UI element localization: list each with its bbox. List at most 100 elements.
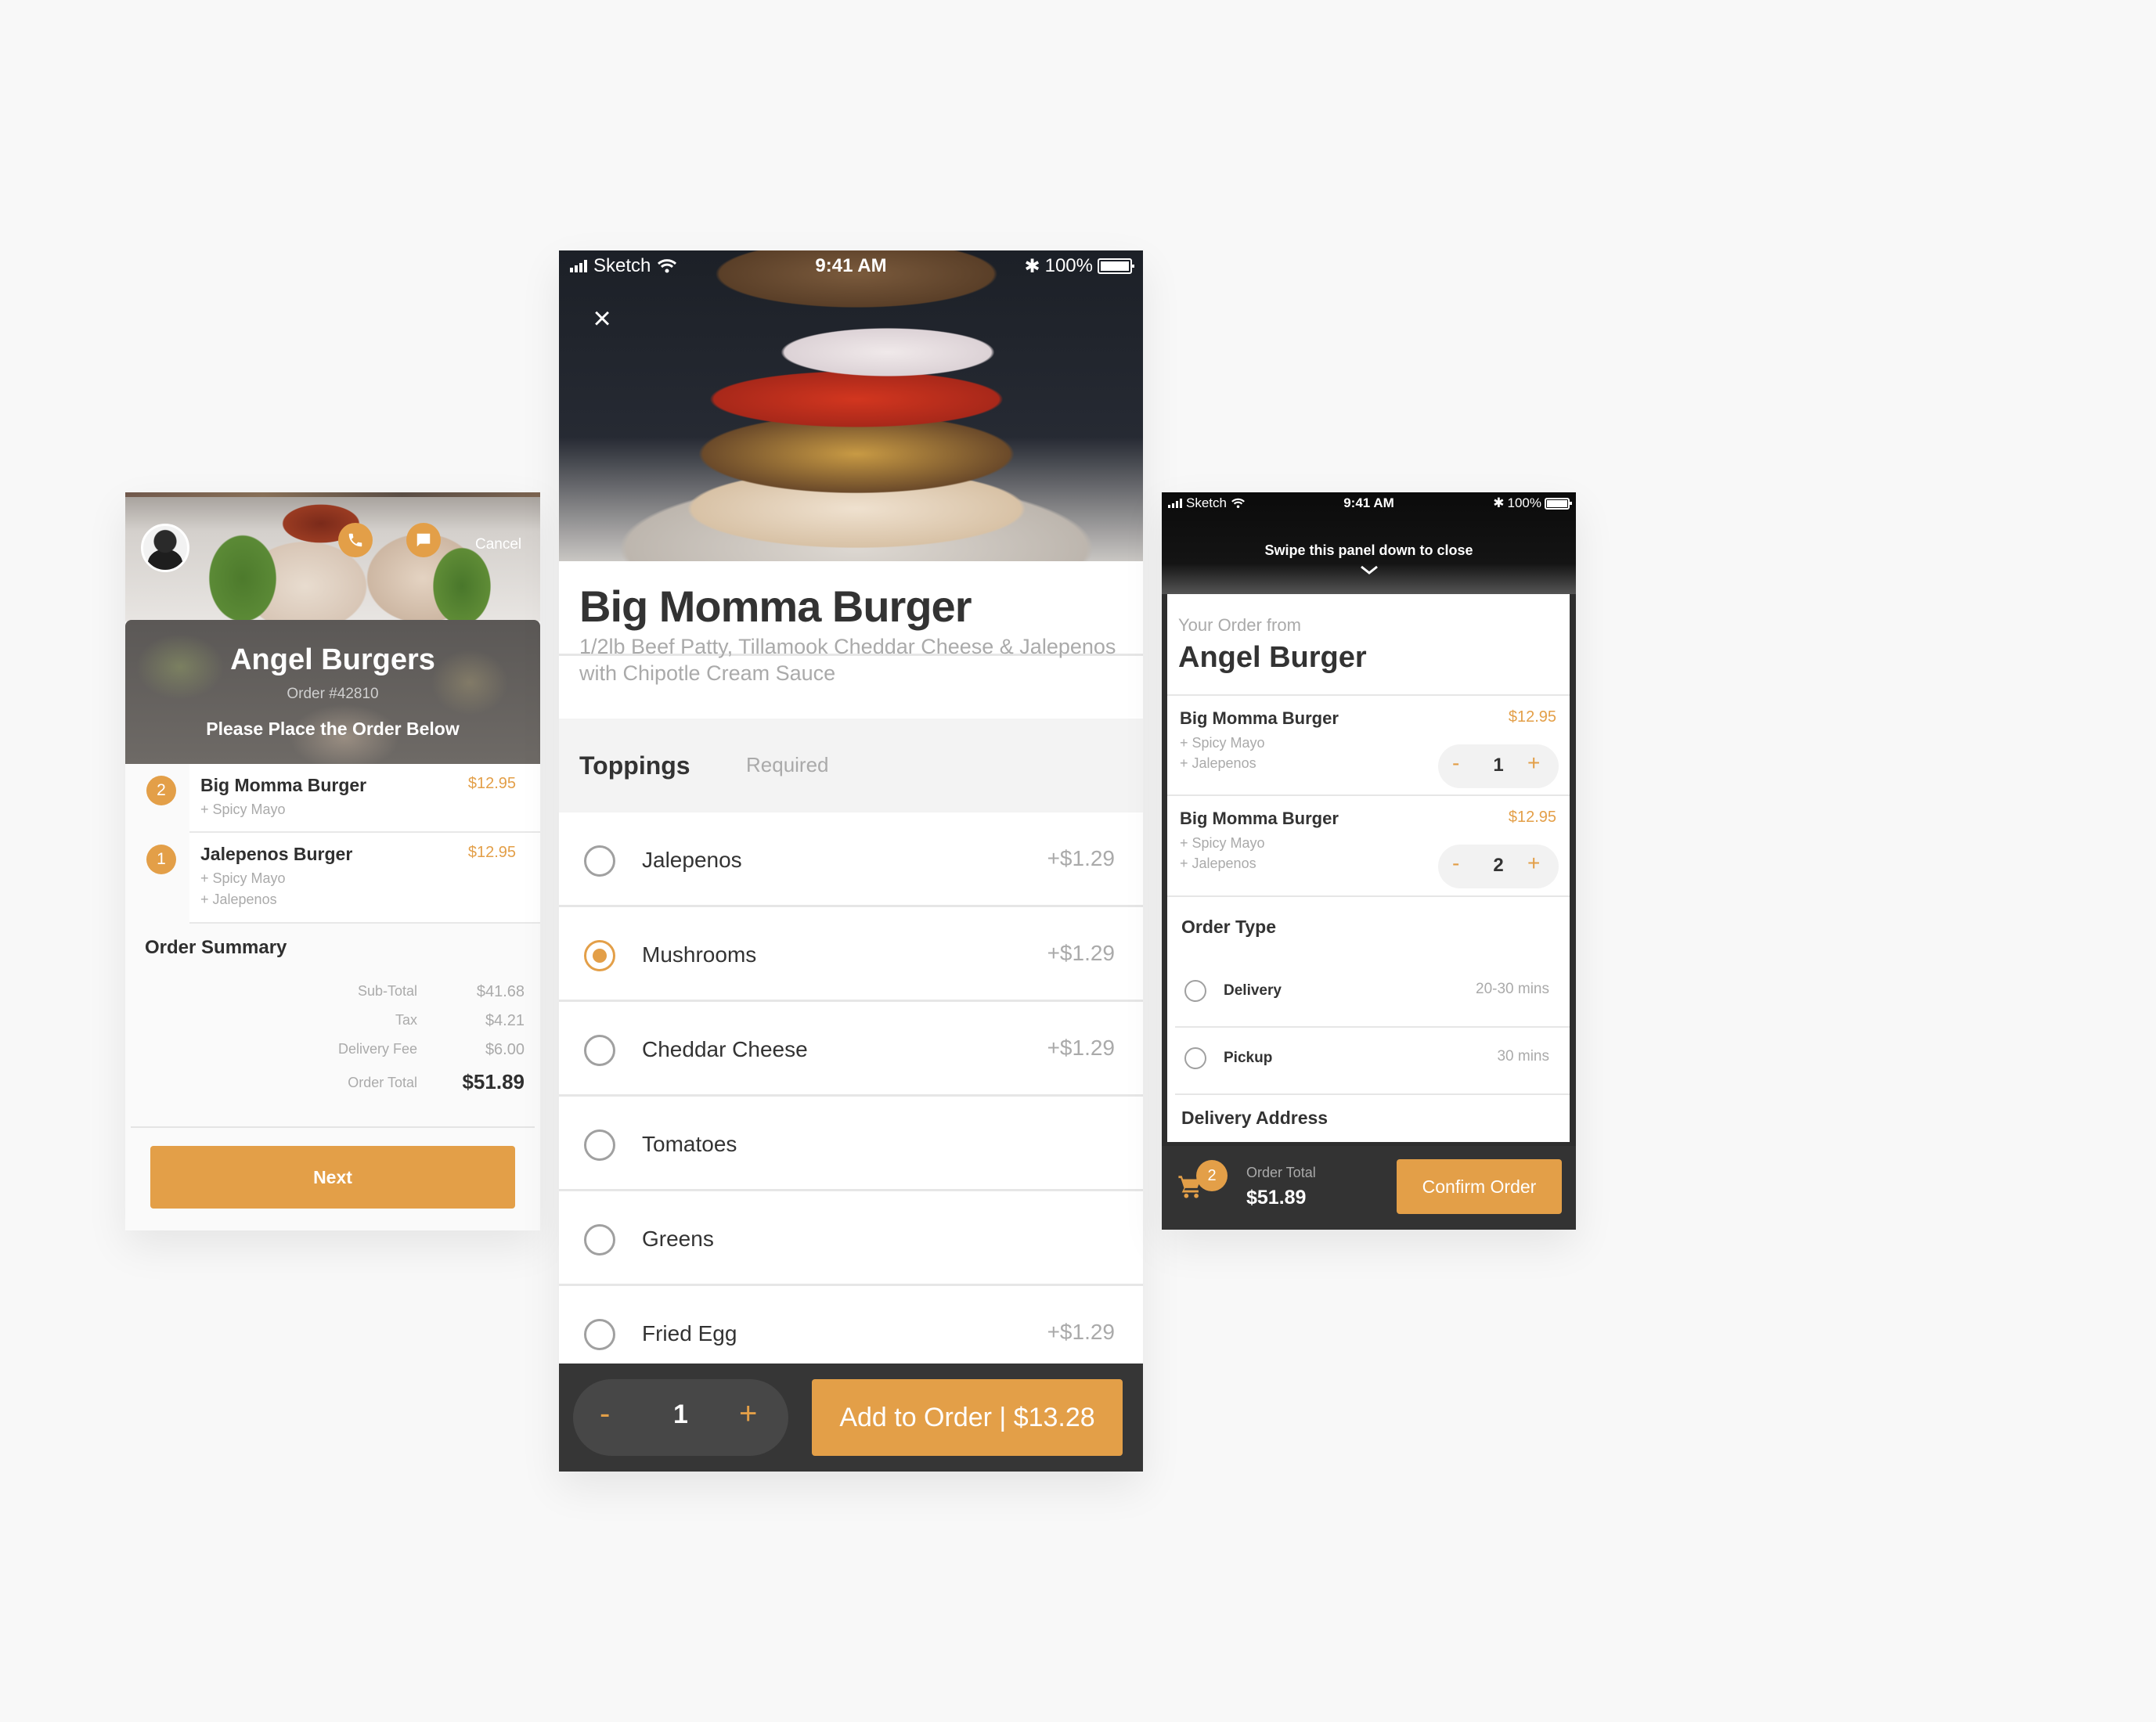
item-price: $12.95 bbox=[1508, 708, 1556, 726]
toppings-list: Jalepenos +$1.29 Mushrooms +$1.29 Chedda… bbox=[559, 812, 1143, 1381]
status-bar: Sketch 9:41 AM ✱ 100% bbox=[1162, 492, 1576, 514]
summary-row-delivery-fee: Delivery Fee $6.00 bbox=[125, 1041, 540, 1065]
carrier-label: Sketch bbox=[1186, 495, 1227, 510]
order-instruction: Please Place the Order Below bbox=[206, 719, 460, 739]
quantity-value: 2 bbox=[1493, 855, 1504, 876]
order-summary-title: Order Summary bbox=[145, 937, 287, 958]
bluetooth-icon: ✱ bbox=[1024, 255, 1040, 277]
order-type-eta: 20-30 mins bbox=[1476, 981, 1549, 997]
increment-button[interactable]: + bbox=[739, 1396, 757, 1432]
topping-option[interactable]: Greens bbox=[559, 1191, 1143, 1286]
call-button[interactable] bbox=[338, 523, 373, 557]
confirm-order-button[interactable]: Confirm Order bbox=[1397, 1159, 1562, 1214]
user-avatar-icon[interactable] bbox=[141, 524, 189, 572]
divider bbox=[1175, 1093, 1570, 1095]
item-modifier: + Spicy Mayo bbox=[1180, 735, 1265, 751]
quantity-value: 1 bbox=[673, 1400, 688, 1429]
item-modifier: + Jalepenos bbox=[1180, 856, 1256, 871]
radio-button[interactable] bbox=[1184, 980, 1206, 1002]
cart-count-badge: 2 bbox=[1196, 1160, 1228, 1191]
summary-label: Delivery Fee bbox=[337, 1041, 417, 1057]
radio-button[interactable] bbox=[584, 940, 615, 971]
increment-button[interactable]: + bbox=[1527, 851, 1540, 876]
quantity-value: 1 bbox=[1493, 755, 1504, 776]
message-button[interactable] bbox=[406, 523, 441, 557]
wifi-icon bbox=[1231, 498, 1245, 508]
topping-label: Fried Egg bbox=[642, 1321, 737, 1346]
radio-button[interactable] bbox=[584, 1035, 615, 1066]
topping-price: +$1.29 bbox=[1047, 1320, 1115, 1344]
required-tag: Required bbox=[746, 753, 829, 776]
order-type-title: Order Type bbox=[1181, 917, 1276, 937]
order-type-label: Delivery bbox=[1224, 982, 1282, 999]
battery-percent: 100% bbox=[1507, 495, 1541, 510]
radio-button[interactable] bbox=[584, 1319, 615, 1350]
quantity-stepper: - 1 + bbox=[573, 1379, 788, 1456]
battery-percent: 100% bbox=[1044, 255, 1093, 276]
cancel-link[interactable]: Cancel bbox=[475, 536, 521, 553]
topping-option[interactable]: Cheddar Cheese +$1.29 bbox=[559, 1002, 1143, 1097]
summary-label: Order Total bbox=[348, 1075, 417, 1090]
radio-button[interactable] bbox=[584, 845, 615, 877]
item-name: Big Momma Burger bbox=[200, 775, 367, 795]
decrement-button[interactable]: - bbox=[1452, 851, 1459, 876]
topping-price: +$1.29 bbox=[1047, 1036, 1115, 1060]
product-description: 1/2lb Beef Patty, Tillamook Cheddar Chee… bbox=[579, 635, 1116, 685]
item-name: Jalepenos Burger bbox=[200, 844, 353, 864]
order-total-value: $51.89 bbox=[462, 1070, 525, 1093]
section-title: Toppings bbox=[579, 751, 690, 780]
topping-option[interactable]: Tomatoes bbox=[559, 1097, 1143, 1191]
decrement-button[interactable]: - bbox=[600, 1396, 610, 1432]
chat-bubble-icon bbox=[416, 533, 431, 547]
radio-button[interactable] bbox=[584, 1224, 615, 1255]
summary-label: Tax bbox=[395, 1012, 417, 1028]
item-modifier: + Spicy Mayo bbox=[200, 802, 286, 817]
battery-icon bbox=[1098, 258, 1134, 274]
cart-item[interactable]: 2 Big Momma Burger $12.95 + Spicy Mayo bbox=[125, 764, 540, 833]
increment-button[interactable]: + bbox=[1527, 751, 1540, 776]
chevron-down-icon[interactable] bbox=[1359, 564, 1379, 575]
topping-label: Tomatoes bbox=[642, 1132, 737, 1156]
battery-icon bbox=[1545, 497, 1572, 510]
item-price: $12.95 bbox=[1508, 809, 1556, 826]
restaurant-banner: Angel Burgers Order #42810 Please Place … bbox=[125, 620, 540, 764]
delivery-address-title: Delivery Address bbox=[1181, 1108, 1329, 1128]
item-modifier: + Spicy Mayo bbox=[200, 870, 286, 886]
close-button[interactable]: × bbox=[589, 303, 615, 334]
restaurant-name: Angel Burgers bbox=[230, 643, 435, 676]
item-modifier: + Spicy Mayo bbox=[1180, 835, 1265, 851]
order-type-eta: 30 mins bbox=[1497, 1048, 1549, 1065]
order-type-option-pickup[interactable]: Pickup 30 mins bbox=[1167, 1025, 1570, 1092]
order-from-label: Your Order from bbox=[1178, 615, 1301, 635]
radio-button[interactable] bbox=[1184, 1047, 1206, 1069]
cart-item[interactable]: 1 Jalepenos Burger $12.95 + Spicy Mayo +… bbox=[125, 833, 540, 924]
phone-icon bbox=[348, 533, 362, 547]
order-item: Big Momma Burger $12.95 + Spicy Mayo + J… bbox=[1167, 696, 1570, 794]
restaurant-name: Angel Burger bbox=[1178, 641, 1367, 674]
divider bbox=[1167, 895, 1570, 897]
summary-value: $6.00 bbox=[485, 1041, 525, 1058]
radio-button[interactable] bbox=[584, 1129, 615, 1161]
order-footer: 2 Order Total $51.89 Confirm Order bbox=[1162, 1146, 1576, 1230]
decrement-button[interactable]: - bbox=[1452, 751, 1459, 776]
topping-option[interactable]: Jalepenos +$1.29 bbox=[559, 812, 1143, 907]
status-bar: Sketch 9:41 AM ✱ 100% bbox=[559, 250, 1143, 282]
item-modifier: + Jalepenos bbox=[1180, 755, 1256, 771]
add-to-order-button[interactable]: Add to Order | $13.28 bbox=[812, 1379, 1123, 1456]
order-total-label: Order Total bbox=[1246, 1165, 1316, 1180]
bluetooth-icon: ✱ bbox=[1493, 495, 1505, 510]
order-item: Big Momma Burger $12.95 + Spicy Mayo + J… bbox=[1167, 796, 1570, 895]
summary-row-order-total: Order Total $51.89 bbox=[125, 1070, 540, 1095]
quantity-badge: 1 bbox=[146, 845, 176, 874]
topping-option[interactable]: Mushrooms +$1.29 bbox=[559, 907, 1143, 1002]
order-total-value: $51.89 bbox=[1246, 1187, 1307, 1209]
item-price: $12.95 bbox=[467, 844, 516, 861]
summary-row-tax: Tax $4.21 bbox=[125, 1012, 540, 1036]
order-type-option-delivery[interactable]: Delivery 20-30 mins bbox=[1167, 957, 1570, 1025]
item-name: Big Momma Burger bbox=[1180, 809, 1339, 828]
carrier-label: Sketch bbox=[593, 255, 651, 276]
next-button[interactable]: Next bbox=[150, 1146, 515, 1209]
burger-photo bbox=[559, 250, 1143, 561]
add-to-order-bar: - 1 + Add to Order | $13.28 bbox=[559, 1364, 1143, 1472]
product-info: Big Momma Burger 1/2lb Beef Patty, Tilla… bbox=[559, 561, 1143, 685]
